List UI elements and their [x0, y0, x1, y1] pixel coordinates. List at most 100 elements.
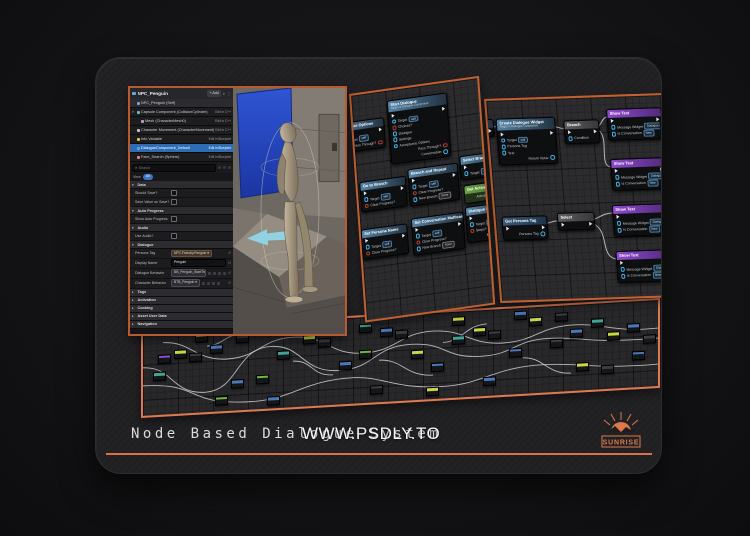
mini-node[interactable]	[380, 327, 393, 337]
data-pin[interactable]	[464, 171, 469, 176]
pin-value-chip[interactable]: None	[442, 241, 454, 249]
exec-in-pin[interactable]	[610, 119, 613, 123]
edit-link[interactable]: Edit in C++	[215, 128, 231, 132]
exec-in-pin[interactable]	[616, 215, 619, 219]
property-checkbox[interactable]	[171, 216, 177, 222]
mini-node[interactable]	[452, 335, 465, 345]
section-header[interactable]: ▾Data	[130, 181, 233, 189]
mini-node[interactable]	[514, 311, 527, 321]
blueprint-node[interactable]: Get Persona TagPersona Tag	[501, 215, 548, 241]
section-header[interactable]: ▾Auto Progress	[130, 207, 233, 215]
exec-out-pin[interactable]	[458, 222, 461, 226]
mini-node[interactable]	[174, 350, 187, 360]
property-dropdown[interactable]: BB_Penguin_StartTree ▾	[171, 269, 206, 277]
component-row[interactable]: ▾Capsule Component (CollisionCylinder)Ed…	[130, 108, 233, 117]
property-checkbox[interactable]	[171, 190, 177, 196]
mini-node[interactable]	[215, 395, 228, 405]
mini-node[interactable]	[509, 347, 522, 357]
data-pin[interactable]	[568, 136, 573, 141]
section-header[interactable]: ▸Navigation	[130, 321, 233, 329]
component-row[interactable]: Face_Search (Sphere)Edit in Blueprint	[130, 153, 233, 162]
asset-action-icon[interactable]	[207, 282, 210, 285]
blueprint-node[interactable]: Start DialogueTarget is Dialogue Compone…	[387, 92, 452, 165]
data-pin[interactable]	[366, 251, 371, 256]
mini-node[interactable]	[632, 351, 645, 361]
data-pin[interactable]	[617, 228, 622, 233]
reset-icon[interactable]: ↺	[228, 281, 231, 285]
data-pin[interactable]	[611, 125, 616, 130]
exec-in-pin[interactable]	[614, 169, 617, 173]
mini-node[interactable]	[570, 328, 583, 338]
mini-node[interactable]	[210, 344, 223, 354]
mini-node[interactable]	[359, 323, 372, 333]
data-pin[interactable]	[364, 197, 369, 202]
blueprint-node[interactable]: Select	[557, 212, 596, 231]
asset-action-icon[interactable]	[223, 272, 226, 275]
mini-node[interactable]	[452, 316, 465, 326]
exec-out-pin[interactable]	[589, 222, 592, 226]
data-pin[interactable]	[377, 140, 382, 145]
mini-node[interactable]	[231, 379, 244, 389]
exec-in-pin[interactable]	[500, 132, 503, 136]
exec-in-pin[interactable]	[620, 261, 623, 265]
section-header[interactable]: ▸Activation	[130, 297, 233, 305]
graph-panel-right[interactable]: EventCreate Dialogue WidgetTarget is Dia…	[484, 93, 662, 303]
mini-node[interactable]	[339, 361, 352, 371]
data-pin[interactable]	[469, 222, 474, 227]
viewport-3d[interactable]	[233, 88, 345, 334]
exec-out-pin[interactable]	[656, 117, 659, 121]
data-pin[interactable]	[365, 244, 370, 249]
mini-node[interactable]	[153, 372, 166, 382]
data-pin[interactable]	[501, 138, 506, 143]
edit-link[interactable]: Edit in C++	[215, 119, 231, 123]
component-row[interactable]: DialogueComponent_DefaultEdit in Bluepri…	[130, 144, 233, 153]
menu-icon[interactable]: ⋮	[227, 91, 231, 96]
mini-node[interactable]	[473, 327, 486, 337]
mini-node[interactable]	[395, 330, 408, 340]
asset-action-icon[interactable]	[213, 272, 216, 275]
data-pin[interactable]	[416, 246, 421, 251]
asset-action-icon[interactable]	[202, 282, 205, 285]
mini-node[interactable]	[426, 387, 439, 397]
property-checkbox[interactable]	[171, 199, 177, 205]
mini-node[interactable]	[189, 352, 202, 362]
edit-link[interactable]: Edit in Blueprint	[209, 155, 231, 159]
asset-action-icon[interactable]	[217, 282, 220, 285]
reset-icon[interactable]: ↺	[228, 251, 231, 255]
exec-out-pin[interactable]	[660, 167, 662, 171]
filter-icon[interactable]	[218, 166, 222, 170]
edit-link[interactable]: Edit in Blueprint	[209, 137, 231, 141]
asset-action-icon[interactable]	[218, 272, 221, 275]
exec-in-pin[interactable]	[469, 216, 472, 220]
blueprint-node[interactable]: Show TextMessage WidgetDialogue BoxIs Co…	[612, 203, 662, 237]
blueprint-node[interactable]: Set Persona NameTargetselfClear Progress…	[361, 223, 410, 260]
exec-out-pin[interactable]	[452, 173, 455, 177]
exec-out-pin[interactable]	[402, 234, 405, 238]
exec-in-pin[interactable]	[561, 223, 564, 227]
mini-node[interactable]	[303, 335, 316, 345]
exec-out-pin[interactable]	[378, 127, 381, 131]
pin-value-chip[interactable]: None	[439, 191, 451, 199]
filter-all-pill[interactable]: All	[143, 174, 153, 180]
eye-icon[interactable]	[223, 166, 227, 170]
search-icon[interactable]: ⌕	[223, 91, 225, 96]
blueprint-node[interactable]: Set Conversation MulticastTargetselfClea…	[411, 211, 466, 256]
data-pin[interactable]	[443, 149, 448, 154]
data-pin[interactable]	[621, 274, 626, 279]
exec-out-pin[interactable]	[541, 226, 544, 230]
pin-value-chip[interactable]: New	[647, 179, 658, 186]
mini-node[interactable]	[627, 323, 640, 333]
section-header[interactable]: ▸Tags	[130, 289, 233, 297]
mini-node[interactable]	[267, 396, 280, 406]
data-pin[interactable]	[620, 267, 625, 272]
section-header[interactable]: ▾Dialogue	[130, 241, 233, 249]
blueprint-node[interactable]: Branch and RepeatTargetselfClear Progres…	[407, 162, 460, 206]
exec-in-pin[interactable]	[567, 130, 570, 134]
property-tag-chip[interactable]: NPC.Friendly.Penguin ▾	[171, 250, 212, 258]
mini-node[interactable]	[277, 351, 290, 361]
mini-node[interactable]	[601, 364, 614, 374]
exec-in-pin[interactable]	[363, 191, 366, 195]
data-pin[interactable]	[391, 119, 396, 124]
add-component-button[interactable]: + Add	[207, 90, 220, 96]
component-row[interactable]: Character Movement (CharacterMovement)Ed…	[130, 126, 233, 135]
